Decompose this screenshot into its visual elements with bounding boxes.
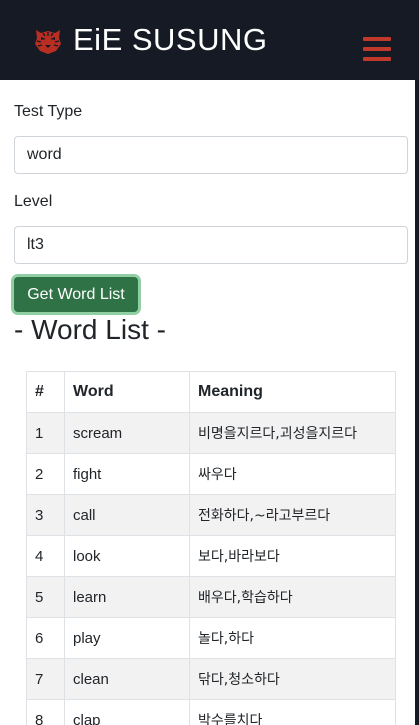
column-header-meaning: Meaning [189,371,396,413]
column-header-number: # [26,371,65,413]
table-row: 6 play 놀다,하다 [26,617,396,659]
hamburger-menu-icon[interactable] [363,37,391,61]
table-row: 4 look 보다,바라보다 [26,535,396,577]
row-word: clean [64,658,190,700]
row-word: look [64,535,190,577]
table-row: 8 clap 박수를치다 [26,699,396,725]
test-type-label: Test Type [14,103,83,120]
table-row: 5 learn 배우다,학습하다 [26,576,396,618]
row-number: 4 [26,535,65,577]
row-meaning: 박수를치다 [189,699,396,725]
row-meaning: 전화하다,~라고부르다 [189,494,396,536]
row-number: 8 [26,699,65,725]
table-row: 7 clean 닦다,청소하다 [26,658,396,700]
level-input[interactable] [14,226,408,264]
page-edge [415,80,419,725]
row-number: 5 [26,576,65,618]
column-header-word: Word [64,371,190,413]
table-row: 2 fight 싸우다 [26,453,396,495]
tiger-icon [35,30,61,54]
row-word: scream [64,412,190,454]
table-header-row: # Word Meaning [26,371,396,413]
row-meaning: 놀다,하다 [189,617,396,659]
table-row: 1 scream 비명을지르다,괴성을지르다 [26,412,396,454]
row-meaning: 닦다,청소하다 [189,658,396,700]
brand-name: EiE SUSUNG [73,22,268,57]
row-word: clap [64,699,190,725]
row-word: fight [64,453,190,495]
row-word: learn [64,576,190,618]
top-navbar: EiE SUSUNG [0,0,419,80]
row-number: 3 [26,494,65,536]
get-word-list-button[interactable]: Get Word List [14,277,138,312]
row-number: 2 [26,453,65,495]
row-number: 6 [26,617,65,659]
brand[interactable]: EiE SUSUNG [32,22,267,58]
word-list-table: # Word Meaning 1 scream 비명을지르다,괴성을지르다 2 … [26,371,396,725]
row-meaning: 싸우다 [189,453,396,495]
table-row: 3 call 전화하다,~라고부르다 [26,494,396,536]
row-word: play [64,617,190,659]
word-list-table-container: # Word Meaning 1 scream 비명을지르다,괴성을지르다 2 … [26,371,396,725]
level-label: Level [14,193,53,210]
row-number: 7 [26,658,65,700]
word-list-title: - Word List - [14,314,166,345]
row-meaning: 배우다,학습하다 [189,576,396,618]
test-type-input[interactable] [14,136,408,174]
row-number: 1 [26,412,65,454]
row-meaning: 비명을지르다,괴성을지르다 [189,412,396,454]
row-word: call [64,494,190,536]
word-list-form: Test Type Level [14,100,408,264]
row-meaning: 보다,바라보다 [189,535,396,577]
